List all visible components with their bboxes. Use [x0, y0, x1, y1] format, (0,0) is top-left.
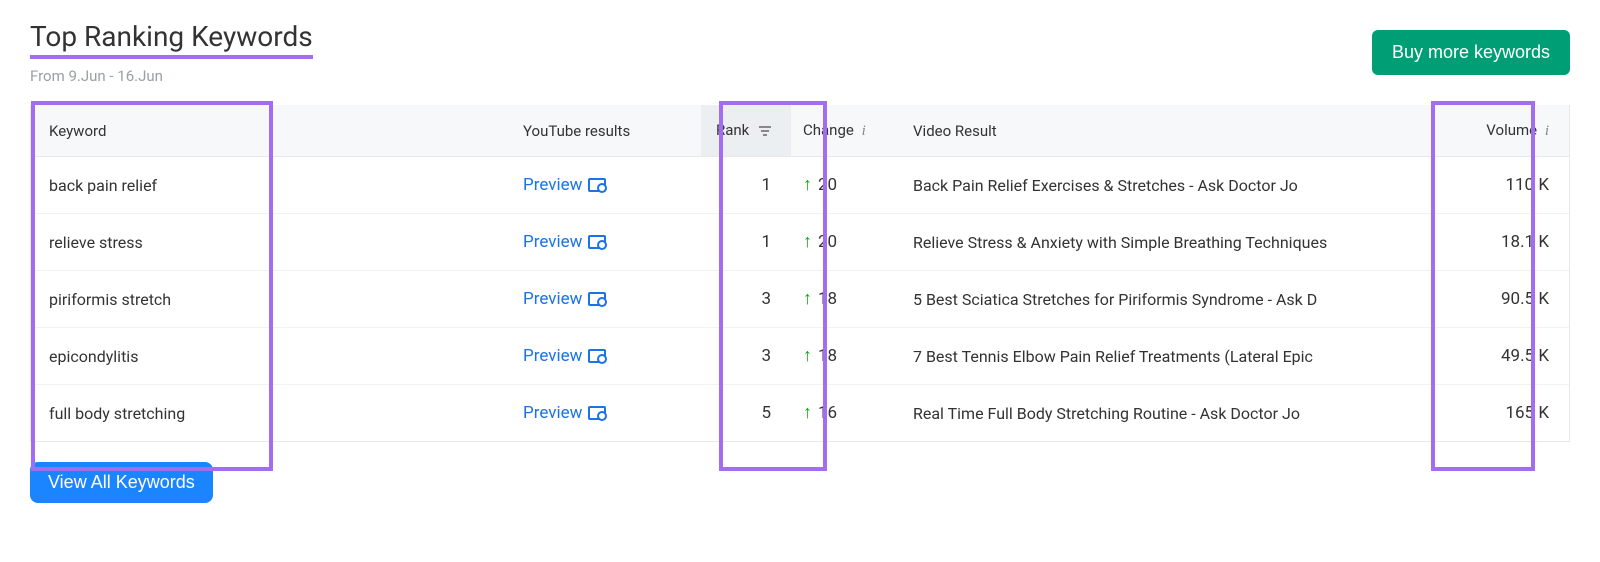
- preview-link[interactable]: Preview: [523, 289, 606, 309]
- volume-cell: 165 K: [1469, 385, 1569, 442]
- col-header-volume[interactable]: Volume i: [1469, 105, 1569, 157]
- keywords-table-wrap: Keyword YouTube results Rank Change i Vi…: [30, 105, 1570, 442]
- col-header-video[interactable]: Video Result: [901, 105, 1469, 157]
- keywords-table: Keyword YouTube results Rank Change i Vi…: [31, 105, 1569, 441]
- sort-icon: [759, 122, 771, 140]
- info-icon[interactable]: i: [1545, 123, 1549, 139]
- change-cell: ↑ 16: [791, 385, 901, 442]
- table-row: epicondylitis Preview 3 ↑ 18 7 Best Tenn…: [31, 328, 1569, 385]
- preview-link[interactable]: Preview: [523, 232, 606, 252]
- preview-link[interactable]: Preview: [523, 175, 606, 195]
- change-cell: ↑ 20: [791, 157, 901, 214]
- preview-icon: [588, 406, 606, 420]
- arrow-up-icon: ↑: [803, 176, 812, 194]
- table-row: full body stretching Preview 5 ↑ 16 Real…: [31, 385, 1569, 442]
- rank-cell: 1: [701, 157, 791, 214]
- view-all-keywords-button[interactable]: View All Keywords: [30, 462, 213, 503]
- preview-link[interactable]: Preview: [523, 346, 606, 366]
- volume-cell: 18.1 K: [1469, 214, 1569, 271]
- arrow-up-icon: ↑: [803, 404, 812, 422]
- preview-icon: [588, 292, 606, 306]
- arrow-up-icon: ↑: [803, 347, 812, 365]
- change-up: ↑ 18: [803, 346, 837, 366]
- header-row: Top Ranking Keywords From 9.Jun - 16.Jun…: [30, 20, 1570, 85]
- col-header-change[interactable]: Change i: [791, 105, 901, 157]
- preview-icon: [588, 349, 606, 363]
- preview-link[interactable]: Preview: [523, 403, 606, 423]
- page-title: Top Ranking Keywords: [30, 20, 313, 59]
- table-row: back pain relief Preview 1 ↑ 20 Back Pai…: [31, 157, 1569, 214]
- preview-cell: Preview: [511, 214, 701, 271]
- keyword-cell[interactable]: epicondylitis: [31, 328, 511, 385]
- table-row: relieve stress Preview 1 ↑ 20 Relieve St…: [31, 214, 1569, 271]
- rank-cell: 1: [701, 214, 791, 271]
- arrow-up-icon: ↑: [803, 290, 812, 308]
- keyword-cell[interactable]: full body stretching: [31, 385, 511, 442]
- col-header-rank[interactable]: Rank: [701, 105, 791, 157]
- table-row: piriformis stretch Preview 3 ↑ 18 5 Best…: [31, 271, 1569, 328]
- buy-keywords-button[interactable]: Buy more keywords: [1372, 30, 1570, 75]
- preview-cell: Preview: [511, 328, 701, 385]
- video-result-cell[interactable]: Relieve Stress & Anxiety with Simple Bre…: [901, 214, 1469, 271]
- table-header-row: Keyword YouTube results Rank Change i Vi…: [31, 105, 1569, 157]
- arrow-up-icon: ↑: [803, 233, 812, 251]
- change-up: ↑ 20: [803, 232, 837, 252]
- table-body: back pain relief Preview 1 ↑ 20 Back Pai…: [31, 157, 1569, 442]
- rank-cell: 3: [701, 271, 791, 328]
- change-cell: ↑ 18: [791, 328, 901, 385]
- volume-cell: 49.5 K: [1469, 328, 1569, 385]
- change-up: ↑ 18: [803, 289, 837, 309]
- preview-cell: Preview: [511, 385, 701, 442]
- volume-cell: 90.5 K: [1469, 271, 1569, 328]
- col-header-youtube[interactable]: YouTube results: [511, 105, 701, 157]
- change-up: ↑ 20: [803, 175, 837, 195]
- info-icon[interactable]: i: [862, 123, 866, 139]
- preview-icon: [588, 178, 606, 192]
- video-result-cell[interactable]: 7 Best Tennis Elbow Pain Relief Treatmen…: [901, 328, 1469, 385]
- rank-cell: 5: [701, 385, 791, 442]
- keyword-cell[interactable]: back pain relief: [31, 157, 511, 214]
- change-cell: ↑ 20: [791, 214, 901, 271]
- preview-cell: Preview: [511, 157, 701, 214]
- rank-cell: 3: [701, 328, 791, 385]
- change-up: ↑ 16: [803, 403, 837, 423]
- date-range-subtitle: From 9.Jun - 16.Jun: [30, 67, 313, 85]
- title-block: Top Ranking Keywords From 9.Jun - 16.Jun: [30, 20, 313, 85]
- video-result-cell[interactable]: Real Time Full Body Stretching Routine -…: [901, 385, 1469, 442]
- video-result-cell[interactable]: Back Pain Relief Exercises & Stretches -…: [901, 157, 1469, 214]
- volume-cell: 110 K: [1469, 157, 1569, 214]
- change-cell: ↑ 18: [791, 271, 901, 328]
- preview-cell: Preview: [511, 271, 701, 328]
- video-result-cell[interactable]: 5 Best Sciatica Stretches for Piriformis…: [901, 271, 1469, 328]
- keyword-cell[interactable]: relieve stress: [31, 214, 511, 271]
- preview-icon: [588, 235, 606, 249]
- keyword-cell[interactable]: piriformis stretch: [31, 271, 511, 328]
- col-header-keyword[interactable]: Keyword: [31, 105, 511, 157]
